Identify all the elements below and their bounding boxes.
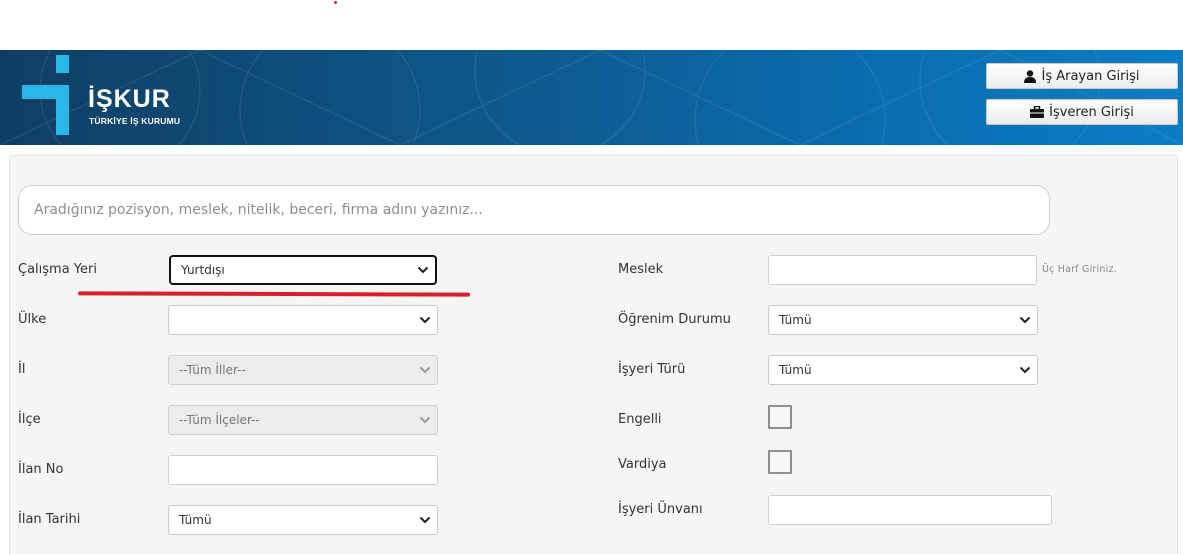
il-value: --Tüm İller-- <box>179 363 246 377</box>
chevron-down-icon <box>1019 316 1031 324</box>
ogrenim-durumu-value: Tümü <box>779 313 812 327</box>
iskur-logo[interactable]: İŞKUR TÜRKİYE İŞ KURUMU <box>22 55 202 140</box>
ilce-value: --Tüm İlçeler-- <box>179 413 260 427</box>
logo-subtitle: TÜRKİYE İŞ KURUMU <box>89 116 181 126</box>
chevron-down-icon <box>419 366 431 374</box>
ilan-tarihi-label: İlan Tarihi <box>18 512 81 527</box>
employer-login-button[interactable]: İşveren Girişi <box>986 99 1178 125</box>
engelli-checkbox[interactable] <box>768 405 792 429</box>
il-label: İl <box>18 362 26 377</box>
ogrenim-durumu-label: Öğrenim Durumu <box>618 312 731 327</box>
ilan-tarihi-select[interactable]: Tümü <box>168 505 438 535</box>
ulke-label: Ülke <box>18 312 47 327</box>
calisma-yeri-value: Yurtdışı <box>181 263 225 277</box>
isyeri-unvani-label: İşyeri Ünvanı <box>618 502 703 517</box>
chevron-down-icon <box>419 316 431 324</box>
ilce-select[interactable]: --Tüm İlçeler-- <box>168 405 438 435</box>
chevron-down-icon <box>419 516 431 524</box>
chevron-down-icon <box>1019 366 1031 374</box>
isyeri-turu-select[interactable]: Tümü <box>768 355 1038 385</box>
isyeri-unvani-input[interactable] <box>768 495 1052 525</box>
engelli-label: Engelli <box>618 412 662 427</box>
calisma-yeri-label: Çalışma Yeri <box>18 262 97 277</box>
user-icon <box>1024 69 1037 83</box>
calisma-yeri-select[interactable]: Yurtdışı <box>169 255 437 285</box>
employer-login-label: İşveren Girişi <box>1049 104 1134 120</box>
job-seeker-login-label: İş Arayan Girişi <box>1041 68 1140 84</box>
isyeri-turu-value: Tümü <box>779 363 812 377</box>
meslek-hint: Üç Harf Giriniz. <box>1042 264 1117 275</box>
meslek-input[interactable] <box>768 255 1037 285</box>
site-header: İŞKUR TÜRKİYE İŞ KURUMU İş Arayan Girişi… <box>0 50 1183 145</box>
ilan-no-input[interactable] <box>168 455 438 485</box>
search-input[interactable] <box>18 185 1050 235</box>
ilce-label: İlçe <box>18 412 41 427</box>
red-dot-mark <box>334 1 337 4</box>
logo-name: İŞKUR <box>88 85 171 113</box>
briefcase-icon <box>1030 106 1045 118</box>
ogrenim-durumu-select[interactable]: Tümü <box>768 305 1038 335</box>
ulke-select[interactable] <box>168 305 438 335</box>
vardiya-checkbox[interactable] <box>768 450 792 474</box>
meslek-label: Meslek <box>618 262 664 277</box>
chevron-down-icon <box>417 266 429 274</box>
iskur-logo-icon <box>22 55 69 135</box>
il-select[interactable]: --Tüm İller-- <box>168 355 438 385</box>
job-seeker-login-button[interactable]: İş Arayan Girişi <box>986 63 1178 89</box>
ilan-no-label: İlan No <box>18 462 64 477</box>
ilan-tarihi-value: Tümü <box>179 513 212 527</box>
isyeri-turu-label: İşyeri Türü <box>618 362 686 377</box>
chevron-down-icon <box>419 416 431 424</box>
vardiya-label: Vardiya <box>618 457 667 472</box>
